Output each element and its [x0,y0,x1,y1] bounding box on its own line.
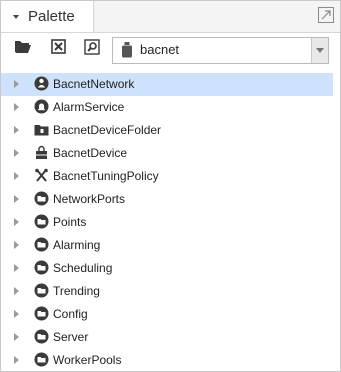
tree-item[interactable]: Server [1,326,333,349]
expand-arrow-icon[interactable] [14,356,19,364]
expand-arrow-icon[interactable] [14,126,19,134]
tree-item-label: Server [53,330,89,344]
expand-arrow-icon[interactable] [14,80,19,88]
palette-tree: BacnetNetwork AlarmService BacnetDeviceFol… [1,73,340,371]
expand-arrow-icon[interactable] [14,195,19,203]
tree-item[interactable]: BacnetNetwork [1,73,333,96]
tree-item-label: Scheduling [53,261,113,275]
tree-item[interactable]: WorkerPools [1,349,333,371]
maximize-icon[interactable] [318,7,334,23]
folder-icon [34,306,49,321]
search-icon [84,38,100,60]
palette-panel: Palette bacnet BacnetNetwork AlarmServic… [0,0,341,372]
module-selector[interactable]: bacnet [112,37,329,64]
tree-item[interactable]: Alarming [1,234,333,257]
tree-item-label: WorkerPools [53,353,122,367]
tree-item[interactable]: AlarmService [1,96,333,119]
expand-arrow-icon[interactable] [14,103,19,111]
tree-item-label: Alarming [53,238,101,252]
tree-item[interactable]: Config [1,303,333,326]
tree-item-label: NetworkPorts [53,192,126,206]
expand-arrow-icon[interactable] [14,149,19,157]
close-box-icon [50,39,66,59]
palette-title: Palette [28,8,75,25]
expand-arrow-icon[interactable] [14,172,19,180]
tools-icon [34,168,49,183]
tree-item[interactable]: Scheduling [1,257,333,280]
open-folder-icon [14,39,32,59]
tree-item[interactable]: NetworkPorts [1,188,333,211]
expand-arrow-icon[interactable] [14,264,19,272]
device-folder-icon [34,122,49,137]
chevron-down-icon[interactable] [311,38,328,63]
tree-item[interactable]: BacnetDevice [1,142,333,165]
expand-arrow-icon[interactable] [14,218,19,226]
network-icon [34,76,49,91]
tree-item-label: BacnetDevice [53,146,128,160]
module-selector-value: bacnet [140,42,180,57]
find-button[interactable] [81,38,103,60]
expand-arrow-icon[interactable] [14,333,19,341]
expand-arrow-icon[interactable] [14,287,19,295]
tree-item[interactable]: BacnetTuningPolicy [1,165,333,188]
folder-icon [34,237,49,252]
device-icon [34,145,49,160]
module-jar-icon [121,42,133,58]
tree-item-label: Points [53,215,87,229]
palette-header: Palette [1,1,340,33]
folder-icon [34,260,49,275]
open-palette-button[interactable] [12,38,34,60]
tab-menu-caret-icon[interactable] [13,14,19,19]
close-palette-button[interactable] [47,38,69,60]
tree-item[interactable]: Trending [1,280,333,303]
tree-item-label: BacnetNetwork [53,77,135,91]
tree-item-label: Trending [53,284,100,298]
tree-item-label: Config [53,307,88,321]
tree-item[interactable]: Points [1,211,333,234]
folder-icon [34,191,49,206]
palette-tab[interactable]: Palette [1,1,94,32]
folder-icon [34,329,49,344]
expand-arrow-icon[interactable] [14,310,19,318]
tree-item-label: BacnetTuningPolicy [53,169,159,183]
folder-icon [34,283,49,298]
tree-item-label: BacnetDeviceFolder [53,123,162,137]
bell-icon [34,99,49,114]
folder-icon [34,214,49,229]
tree-item-label: AlarmService [53,100,125,114]
folder-icon [34,352,49,367]
tree-item[interactable]: BacnetDeviceFolder [1,119,333,142]
expand-arrow-icon[interactable] [14,241,19,249]
